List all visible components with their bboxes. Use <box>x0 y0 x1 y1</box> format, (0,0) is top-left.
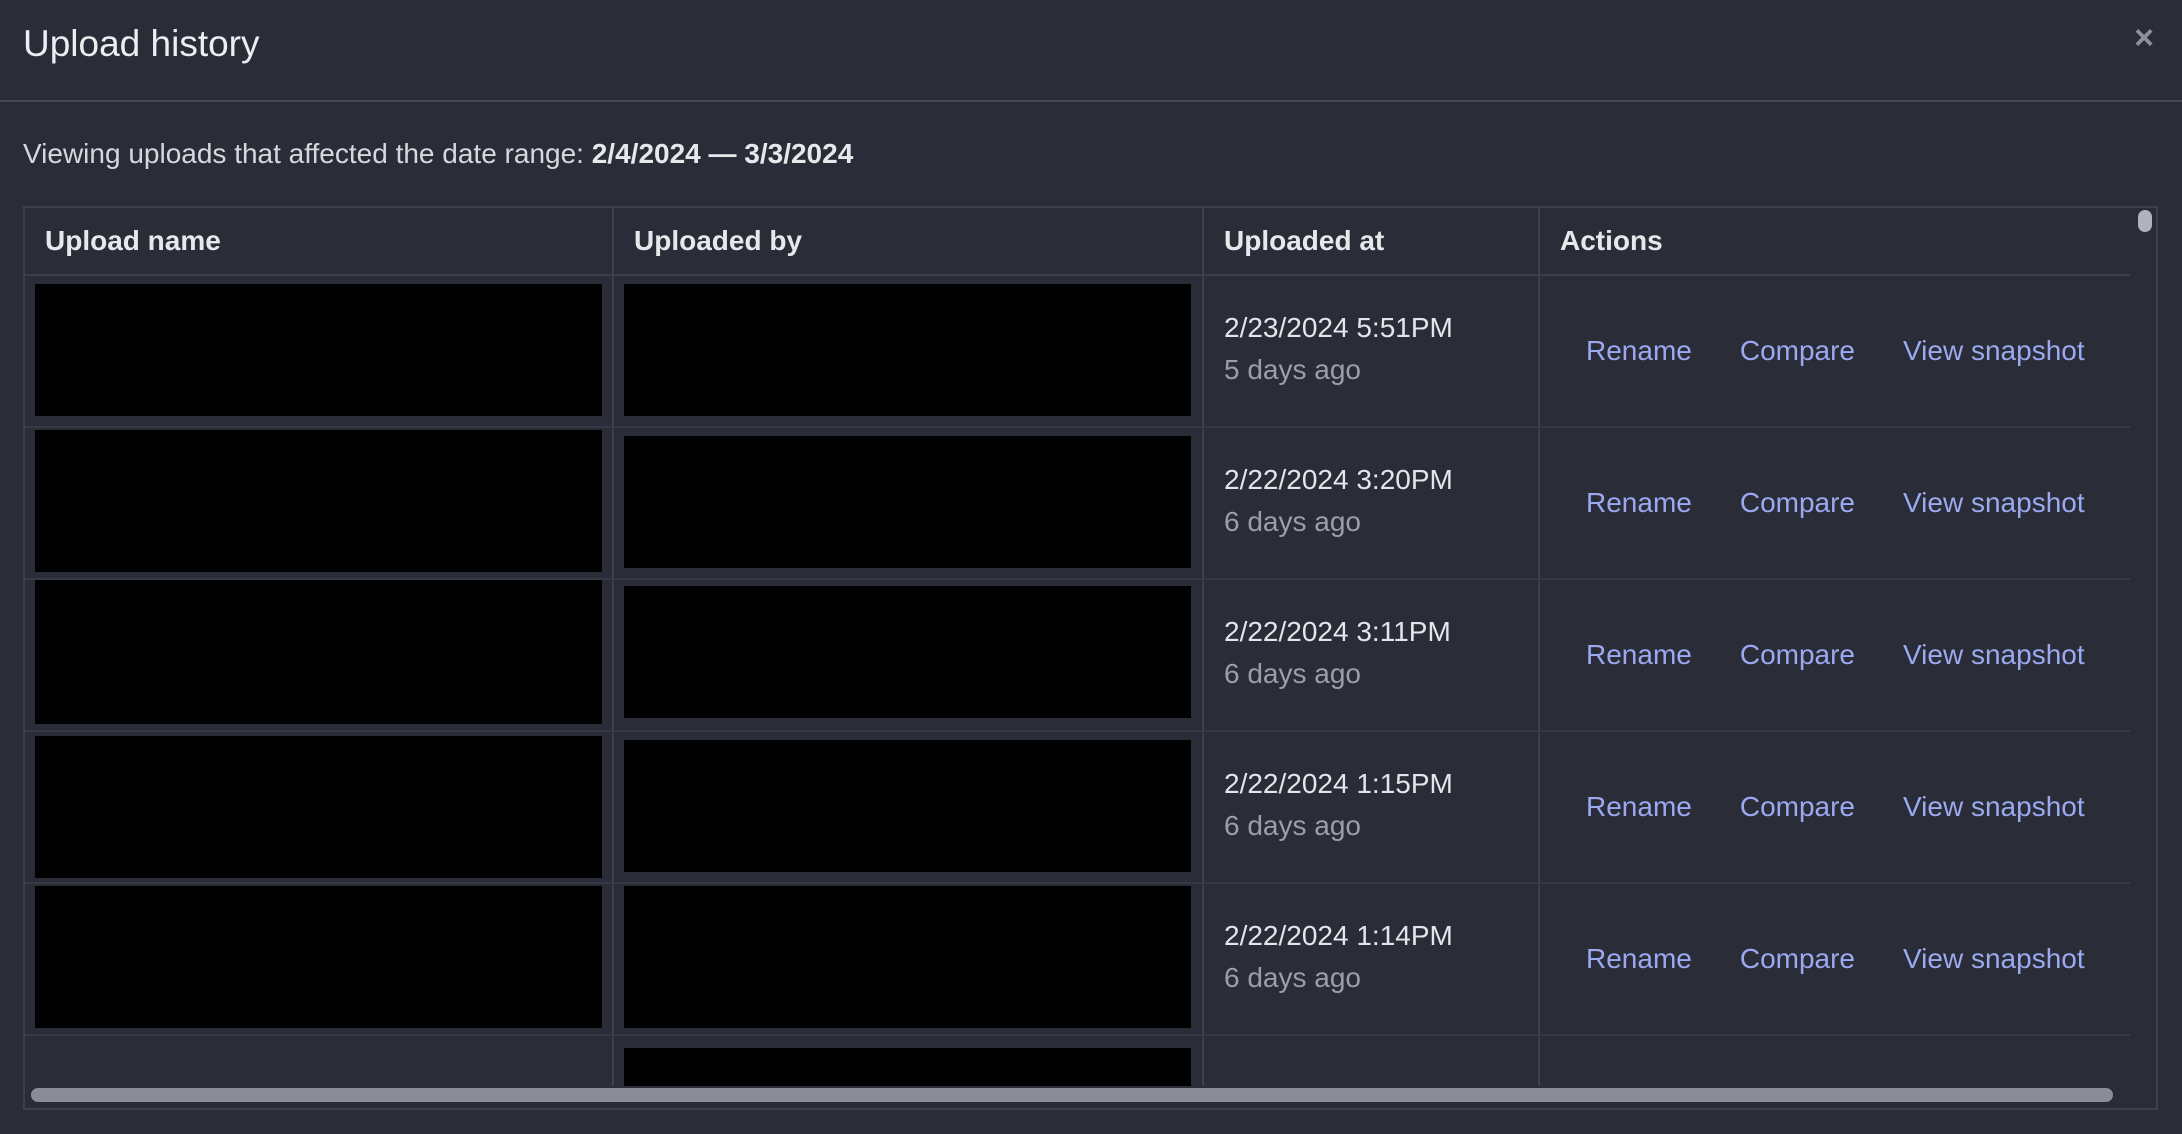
column-header-actions: Actions <box>1560 225 1663 256</box>
date-range-prefix: Viewing uploads that affected the date r… <box>23 138 592 169</box>
vertical-scroll-thumb[interactable] <box>2138 210 2152 232</box>
upload-timestamp: 2/22/2024 3:11PM <box>1224 616 1451 647</box>
upload-name-cell <box>25 580 614 730</box>
redacted-block <box>35 580 602 724</box>
upload-relative-time: 6 days ago <box>1224 506 1361 537</box>
uploaded-by-cell <box>614 428 1204 578</box>
horizontal-scrollbar[interactable] <box>25 1082 2130 1108</box>
upload-history-modal: Upload history × Viewing uploads that af… <box>0 0 2182 1134</box>
uploaded-by-cell <box>614 884 1204 1034</box>
table-row <box>25 1036 2130 1086</box>
redacted-block <box>624 740 1191 872</box>
redacted-block <box>624 284 1191 416</box>
table-row: 2/23/2024 5:51PM 5 days ago Rename Compa… <box>25 276 2130 428</box>
actions-cell <box>1540 1036 2130 1086</box>
uploaded-at-cell: 2/22/2024 1:15PM 6 days ago <box>1204 732 1540 882</box>
date-range-text: Viewing uploads that affected the date r… <box>23 138 853 170</box>
modal-title: Upload history <box>23 23 260 64</box>
uploaded-at-cell: 2/22/2024 3:20PM 6 days ago <box>1204 428 1540 578</box>
upload-timestamp: 2/22/2024 1:15PM <box>1224 768 1453 799</box>
table-row: 2/22/2024 1:15PM 6 days ago Rename Compa… <box>25 732 2130 884</box>
table-header: Upload name Uploaded by Uploaded at Acti… <box>25 208 2130 276</box>
uploaded-by-cell <box>614 276 1204 426</box>
uploaded-by-cell <box>614 732 1204 882</box>
compare-link[interactable]: Compare <box>1740 791 1855 823</box>
actions-cell: Rename Compare View snapshot <box>1540 884 2130 1034</box>
upload-relative-time: 5 days ago <box>1224 354 1361 385</box>
view-snapshot-link[interactable]: View snapshot <box>1903 943 2085 975</box>
upload-relative-time: 6 days ago <box>1224 810 1361 841</box>
compare-link[interactable]: Compare <box>1740 487 1855 519</box>
actions-cell: Rename Compare View snapshot <box>1540 732 2130 882</box>
redacted-block <box>35 886 602 1028</box>
compare-link[interactable]: Compare <box>1740 335 1855 367</box>
upload-timestamp: 2/22/2024 1:14PM <box>1224 920 1453 951</box>
close-icon[interactable]: × <box>2124 18 2164 58</box>
upload-name-cell <box>25 428 614 578</box>
view-snapshot-link[interactable]: View snapshot <box>1903 487 2085 519</box>
rename-link[interactable]: Rename <box>1586 791 1692 823</box>
uploaded-by-cell <box>614 580 1204 730</box>
upload-name-cell <box>25 884 614 1034</box>
vertical-scrollbar[interactable] <box>2136 208 2152 1108</box>
compare-link[interactable]: Compare <box>1740 639 1855 671</box>
uploaded-at-cell <box>1204 1036 1540 1086</box>
uploaded-at-cell: 2/22/2024 3:11PM 6 days ago <box>1204 580 1540 730</box>
actions-cell: Rename Compare View snapshot <box>1540 580 2130 730</box>
redacted-block <box>35 284 602 416</box>
uploaded-at-cell: 2/23/2024 5:51PM 5 days ago <box>1204 276 1540 426</box>
rename-link[interactable]: Rename <box>1586 335 1692 367</box>
actions-cell: Rename Compare View snapshot <box>1540 428 2130 578</box>
uploaded-by-cell <box>614 1036 1204 1086</box>
redacted-block <box>35 736 602 878</box>
redacted-block <box>624 436 1191 568</box>
table-row: 2/22/2024 3:11PM 6 days ago Rename Compa… <box>25 580 2130 732</box>
compare-link[interactable]: Compare <box>1740 943 1855 975</box>
upload-table: Upload name Uploaded by Uploaded at Acti… <box>23 206 2158 1110</box>
redacted-block <box>35 430 602 572</box>
horizontal-scroll-thumb[interactable] <box>31 1088 2113 1102</box>
table-body: 2/23/2024 5:51PM 5 days ago Rename Compa… <box>25 276 2130 1086</box>
upload-name-cell <box>25 732 614 882</box>
view-snapshot-link[interactable]: View snapshot <box>1903 791 2085 823</box>
actions-cell: Rename Compare View snapshot <box>1540 276 2130 426</box>
view-snapshot-link[interactable]: View snapshot <box>1903 639 2085 671</box>
column-header-upload-name[interactable]: Upload name <box>25 208 614 274</box>
upload-timestamp: 2/22/2024 3:20PM <box>1224 464 1453 495</box>
column-header-uploaded-at[interactable]: Uploaded at <box>1204 208 1540 274</box>
modal-header: Upload history × <box>0 0 2182 102</box>
rename-link[interactable]: Rename <box>1586 487 1692 519</box>
redacted-block <box>624 586 1191 718</box>
upload-name-cell <box>25 276 614 426</box>
view-snapshot-link[interactable]: View snapshot <box>1903 335 2085 367</box>
rename-link[interactable]: Rename <box>1586 639 1692 671</box>
date-range-value: 2/4/2024 — 3/3/2024 <box>591 138 854 169</box>
redacted-block <box>624 1048 1191 1086</box>
column-header-uploaded-by[interactable]: Uploaded by <box>614 208 1204 274</box>
upload-relative-time: 6 days ago <box>1224 658 1361 689</box>
upload-timestamp: 2/23/2024 5:51PM <box>1224 312 1453 343</box>
upload-relative-time: 6 days ago <box>1224 962 1361 993</box>
rename-link[interactable]: Rename <box>1586 943 1692 975</box>
upload-name-cell <box>25 1036 614 1086</box>
table-row: 2/22/2024 1:14PM 6 days ago Rename Compa… <box>25 884 2130 1036</box>
uploaded-at-cell: 2/22/2024 1:14PM 6 days ago <box>1204 884 1540 1034</box>
table-row: 2/22/2024 3:20PM 6 days ago Rename Compa… <box>25 428 2130 580</box>
redacted-block <box>624 886 1191 1028</box>
